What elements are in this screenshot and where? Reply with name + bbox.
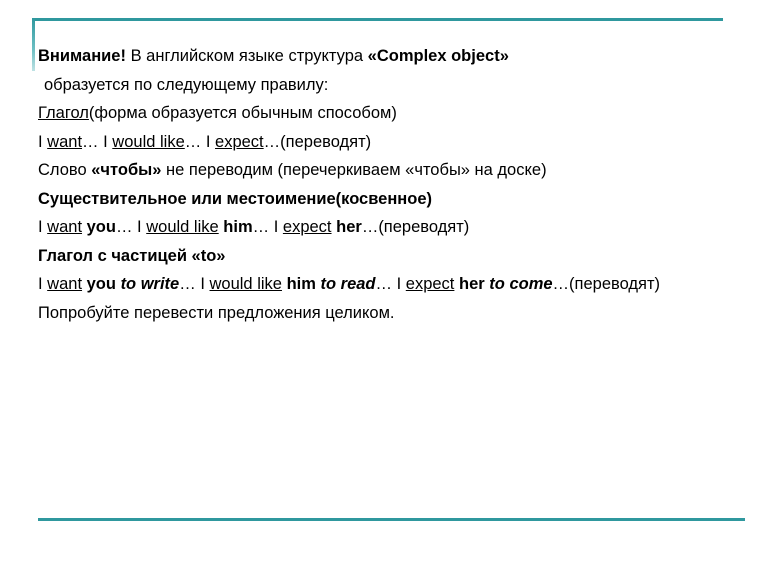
line-noun-heading: Существительное или местоимение(косвенно… (38, 185, 738, 214)
line-to-examples-run: to write (120, 275, 180, 293)
line-attention-run: Внимание! (38, 47, 126, 65)
line-to-examples-run: … I (179, 275, 210, 293)
line-verb-examples-run: expect (215, 132, 264, 151)
line-verb-heading-run: Глагол (38, 104, 89, 122)
line-to-examples-run: …(переводят) (552, 275, 661, 293)
line-chtoby-run: «чтобы» (91, 161, 162, 179)
line-chtoby-run: Слово (38, 161, 92, 179)
slide-canvas: Внимание! В английском языке структура «… (0, 0, 768, 576)
line-to-examples-run: would like (209, 275, 282, 293)
line-to-heading-run: Глагол с частицей «to» (38, 246, 226, 265)
line-to-examples: I want you to write… I would like him to… (38, 270, 738, 299)
line-attention-run: «Complex object» (367, 47, 509, 65)
top-accent-rule (32, 18, 723, 21)
line-to-heading: Глагол с частицей «to» (38, 242, 738, 271)
line-noun-examples-run: her (336, 218, 362, 236)
line-to-examples-run: to come (489, 275, 553, 293)
line-noun-examples-run: want (47, 218, 83, 236)
line-rule-intro-run: образуется по следующему правилу: (44, 75, 329, 94)
line-noun-examples-run: I (38, 218, 48, 236)
line-to-examples-run: to read (320, 275, 376, 293)
line-noun-examples-run: him (223, 218, 253, 236)
line-noun-examples-run: would like (146, 218, 219, 236)
line-noun-examples-run: … I (115, 218, 147, 236)
line-to-examples-run: I (38, 275, 48, 293)
line-attention: Внимание! В английском языке структура «… (38, 42, 738, 71)
line-verb-examples-run: …(переводят) (263, 132, 372, 151)
line-chtoby-run: не переводим (перечеркиваем «чтобы» на д… (161, 161, 547, 179)
line-noun-heading-run: Существительное или местоимение(косвенно… (38, 189, 433, 208)
line-closing: Попробуйте перевести предложения целиком… (38, 299, 738, 328)
line-to-examples-run: her (459, 275, 485, 293)
line-to-examples-run: want (47, 275, 83, 293)
line-rule-intro: образуется по следующему правилу: (38, 71, 738, 100)
line-noun-examples-run: …(переводят) (361, 218, 470, 236)
line-attention-run: В английском языке структура (125, 47, 368, 65)
line-verb-examples-run: … I (82, 132, 113, 151)
left-accent-rule (32, 18, 35, 71)
bottom-accent-rule (38, 518, 745, 521)
line-verb-heading: Глагол(форма образуется обычным способом… (38, 99, 738, 128)
line-to-examples-run: you (86, 275, 116, 293)
line-verb-examples: I want… I would like… I expect…(переводя… (38, 128, 738, 157)
line-verb-examples-run: would like (112, 132, 185, 151)
slide-body-text: Внимание! В английском языке структура «… (38, 42, 738, 327)
line-to-examples-run: him (286, 275, 316, 293)
line-to-examples-run: expect (405, 275, 455, 293)
line-to-examples-run: … I (375, 275, 406, 293)
line-closing-run: Попробуйте перевести предложения целиком… (38, 303, 395, 322)
line-noun-examples-run: … I (252, 218, 283, 236)
line-chtoby: Слово «чтобы» не переводим (перечеркивае… (38, 156, 738, 185)
line-verb-examples-run: I (38, 132, 48, 151)
line-noun-examples-run: expect (282, 218, 332, 236)
line-noun-examples: I want you… I would like him… I expect h… (38, 213, 738, 242)
line-verb-examples-run: want (47, 132, 83, 151)
line-noun-examples-run: you (86, 218, 116, 236)
line-verb-examples-run: … I (184, 132, 216, 151)
line-verb-heading-run: (форма образуется обычным способом) (88, 104, 397, 122)
